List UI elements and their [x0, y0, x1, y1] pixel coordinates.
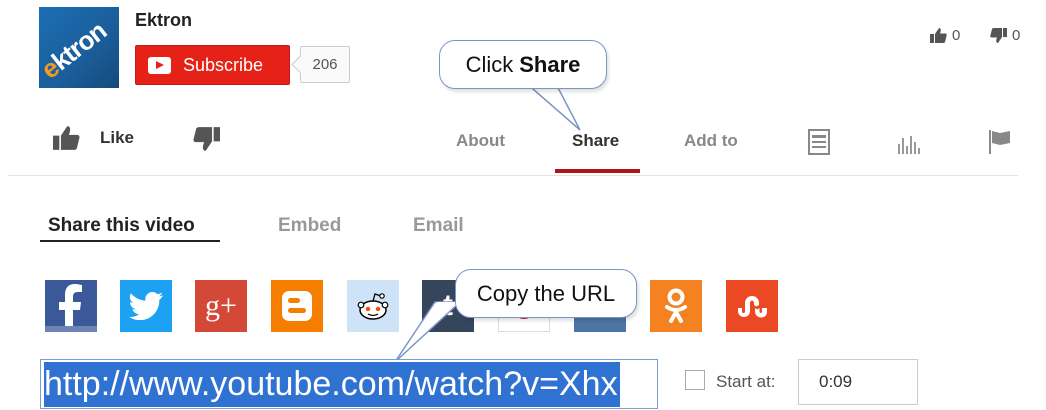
google-plus-share-button[interactable]: g+ [195, 280, 247, 332]
channel-name[interactable]: Ektron [135, 10, 192, 31]
start-at-time-input[interactable]: 0:09 [798, 359, 918, 405]
stats-icon[interactable] [897, 134, 921, 159]
tab-share[interactable]: Share [572, 131, 619, 151]
transcript-icon[interactable] [807, 129, 831, 160]
twitter-icon [129, 292, 163, 320]
subscriber-count: 206 [300, 46, 350, 83]
share-url-field[interactable]: http://www.youtube.com/watch?v=Xhx [40, 359, 658, 409]
odnoklassniki-share-button[interactable] [650, 280, 702, 332]
reddit-icon [357, 293, 389, 320]
stumbleupon-share-button[interactable] [726, 280, 778, 332]
subtab-share-this-video[interactable]: Share this video [48, 215, 195, 237]
like-label: Like [100, 128, 135, 147]
subtab-indicator [40, 240, 220, 242]
facebook-share-button[interactable] [45, 280, 97, 332]
dislike-button[interactable] [193, 127, 220, 156]
facebook-icon [45, 284, 97, 332]
odnoklassniki-icon [665, 288, 687, 323]
tab-add-to[interactable]: Add to [684, 131, 738, 151]
share-callout: Click Share [439, 40, 607, 89]
blogger-icon [282, 291, 312, 321]
url-callout: Copy the URL [455, 269, 637, 318]
flag-icon[interactable] [988, 129, 1012, 160]
subtab-embed[interactable]: Embed [278, 215, 341, 237]
thumbs-up-icon [930, 28, 947, 43]
action-bar-divider [8, 175, 1018, 176]
channel-logo[interactable]: ektron [39, 7, 119, 88]
blogger-share-button[interactable] [271, 280, 323, 332]
share-url-text: http://www.youtube.com/watch?v=Xhx [44, 362, 620, 407]
subtab-email[interactable]: Email [413, 215, 464, 237]
thumbs-down-icon [193, 127, 220, 151]
active-tab-indicator [555, 169, 640, 173]
subscribe-button[interactable]: Subscribe [135, 45, 290, 85]
thumbs-down-icon [990, 28, 1007, 43]
twitter-share-button[interactable] [120, 280, 172, 332]
youtube-play-icon [148, 56, 171, 74]
subscribe-label: Subscribe [183, 54, 264, 75]
dislike-count: 0 [990, 27, 1020, 44]
like-button[interactable]: Like [53, 126, 134, 150]
start-at-checkbox[interactable] [685, 370, 705, 390]
tab-about[interactable]: About [456, 131, 505, 151]
stumbleupon-icon [738, 296, 767, 318]
thumbs-up-icon [53, 126, 80, 150]
google-plus-icon: g+ [205, 289, 237, 322]
start-at-label: Start at: [716, 372, 776, 391]
like-count: 0 [930, 27, 960, 44]
